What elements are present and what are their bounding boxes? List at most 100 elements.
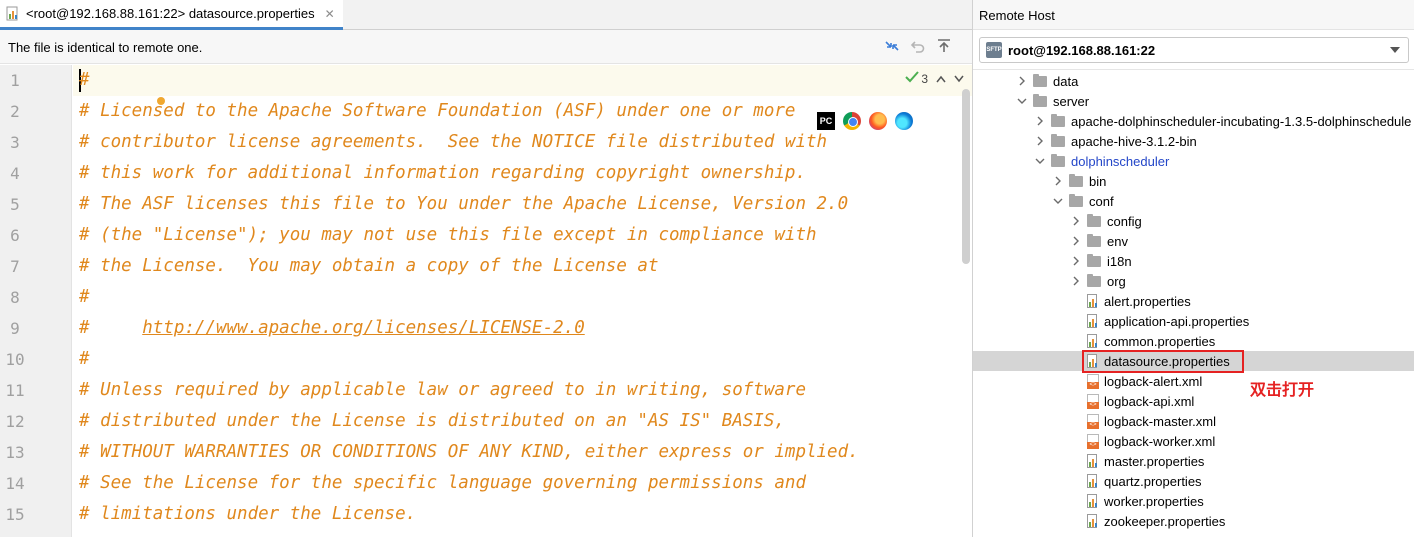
line-number: 7 (10, 257, 20, 276)
tree-file-row[interactable]: logback-api.xml (973, 391, 1414, 411)
host-selector[interactable]: SFTP root@192.168.88.161:22 (979, 37, 1409, 63)
properties-file-icon (1087, 493, 1099, 509)
chevron-down-icon[interactable] (1035, 156, 1045, 166)
folder-icon (1051, 153, 1065, 167)
chrome-icon[interactable] (843, 112, 861, 130)
close-tab-icon[interactable]: ✕ (325, 7, 335, 21)
next-highlight-icon[interactable] (954, 72, 964, 86)
code-area[interactable]: # # Licensed to the Apache Software Found… (73, 65, 972, 537)
line-number: 1 (10, 71, 20, 90)
folder-icon (1069, 193, 1083, 207)
line-number: 9 (10, 319, 20, 338)
license-url-link[interactable]: http://www.apache.org/licenses/LICENSE-2… (142, 318, 585, 338)
compare-icon[interactable] (884, 38, 900, 54)
code-line: # The ASF licenses this file to You unde… (79, 194, 849, 214)
properties-file-icon (1087, 513, 1099, 529)
tree-file-row[interactable]: logback-worker.xml (973, 431, 1414, 451)
xml-file-icon (1087, 433, 1099, 449)
chevron-down-icon[interactable] (1017, 96, 1027, 106)
tree-item-label: config (1107, 213, 1142, 229)
tree-item-label: application-api.properties (1104, 313, 1250, 329)
line-number-gutter: 1 2 3 4 5 6 7 8 9 10 11 12 13 14 15 (0, 65, 72, 537)
editor-tab-bar: <root@192.168.88.161:22> datasource.prop… (0, 0, 972, 30)
folder-icon (1087, 213, 1101, 227)
chevron-down-icon[interactable] (1053, 196, 1063, 206)
chevron-right-icon[interactable] (1053, 176, 1063, 186)
tree-folder-row[interactable]: org (973, 271, 1414, 291)
code-line: # Licensed to the Apache Software Founda… (79, 101, 796, 121)
code-line: # (the "License"); you may not use this … (79, 225, 817, 245)
firefox-icon[interactable] (869, 112, 887, 130)
code-line: # limitations under the License. (79, 504, 417, 524)
tree-folder-row[interactable]: conf (973, 191, 1414, 211)
tree-file-row[interactable]: quartz.properties (973, 471, 1414, 491)
tree-item-label: quartz.properties (1104, 473, 1202, 489)
line-number: 12 (5, 412, 25, 431)
code-line-prefix: # (79, 318, 143, 338)
chevron-right-icon[interactable] (1035, 116, 1045, 126)
chevron-right-icon[interactable] (1017, 76, 1027, 86)
tree-file-row[interactable]: worker.properties (973, 491, 1414, 511)
tree-folder-row[interactable]: bin (973, 171, 1414, 191)
tree-file-row[interactable]: master.properties (973, 451, 1414, 471)
editor-vertical-scrollbar[interactable] (962, 89, 970, 264)
remote-file-tree: data server apache-dolphinscheduler-incuba… (973, 71, 1414, 537)
editor-tab[interactable]: <root@192.168.88.161:22> datasource.prop… (0, 0, 343, 30)
tree-folder-row[interactable]: env (973, 231, 1414, 251)
pycharm-icon[interactable]: PC (817, 112, 835, 130)
folder-icon (1087, 253, 1101, 267)
diff-status-text: The file is identical to remote one. (8, 40, 203, 55)
tree-file-row[interactable]: logback-master.xml (973, 411, 1414, 431)
tree-item-label: apache-dolphinscheduler-incubating-1.3.5… (1071, 113, 1412, 129)
tree-folder-row[interactable]: dolphinscheduler (973, 151, 1414, 171)
selection-highlight-box (1082, 350, 1244, 373)
intention-bulb-icon[interactable] (157, 97, 165, 105)
tree-folder-row[interactable]: server (973, 91, 1414, 111)
tree-file-row[interactable]: zookeeper.properties (973, 511, 1414, 531)
folder-icon (1033, 73, 1047, 87)
tree-file-row[interactable]: application-api.properties (973, 311, 1414, 331)
code-line: # See the License for the specific langu… (79, 473, 806, 493)
code-line: # the License. You may obtain a copy of … (79, 256, 659, 276)
properties-file-icon (1087, 333, 1099, 349)
line-number: 14 (5, 474, 25, 493)
tree-divider (973, 69, 1414, 70)
tree-file-row[interactable]: logback-alert.xml (973, 371, 1414, 391)
tree-item-label: bin (1089, 173, 1107, 189)
properties-file-icon (6, 6, 20, 22)
tree-item-label: worker.properties (1104, 493, 1204, 509)
tree-folder-row[interactable]: config (973, 211, 1414, 231)
folder-icon (1051, 113, 1065, 127)
properties-file-icon (1087, 473, 1099, 489)
tree-file-row[interactable]: common.properties (973, 331, 1414, 351)
tree-folder-row[interactable]: apache-hive-3.1.2-bin (973, 131, 1414, 151)
browser-icons-popup: PC (813, 109, 917, 133)
remote-host-header: Remote Host (973, 0, 1414, 30)
folder-icon (1051, 133, 1065, 147)
diff-info-bar: The file is identical to remote one. (0, 30, 972, 64)
tree-folder-row[interactable]: apache-dolphinscheduler-incubating-1.3.5… (973, 111, 1414, 131)
code-line: # http://www.apache.org/licenses/LICENSE… (79, 313, 585, 344)
current-line-highlight (73, 65, 972, 96)
tree-item-label: conf (1089, 193, 1114, 209)
chevron-down-icon[interactable] (1390, 47, 1400, 53)
edge-icon[interactable] (895, 112, 913, 130)
xml-file-icon (1087, 393, 1099, 409)
remote-host-title: Remote Host (979, 8, 1055, 23)
tree-folder-row[interactable]: i18n (973, 251, 1414, 271)
chevron-right-icon[interactable] (1071, 216, 1081, 226)
editor-tab-label: <root@192.168.88.161:22> datasource.prop… (26, 6, 315, 21)
chevron-right-icon[interactable] (1071, 236, 1081, 246)
tree-item-label: org (1107, 273, 1126, 289)
tree-folder-row[interactable]: data (973, 71, 1414, 91)
editor-pane: <root@192.168.88.161:22> datasource.prop… (0, 0, 972, 537)
tree-file-row[interactable]: alert.properties (973, 291, 1414, 311)
remote-host-pane: Remote Host SFTP root@192.168.88.161:22 … (973, 0, 1414, 537)
chevron-right-icon[interactable] (1071, 276, 1081, 286)
inspection-widget[interactable]: 3 (905, 71, 964, 86)
previous-highlight-icon[interactable] (936, 72, 946, 86)
upload-icon[interactable] (936, 38, 952, 54)
chevron-right-icon[interactable] (1071, 256, 1081, 266)
chevron-right-icon[interactable] (1035, 136, 1045, 146)
revert-icon[interactable] (910, 38, 926, 54)
